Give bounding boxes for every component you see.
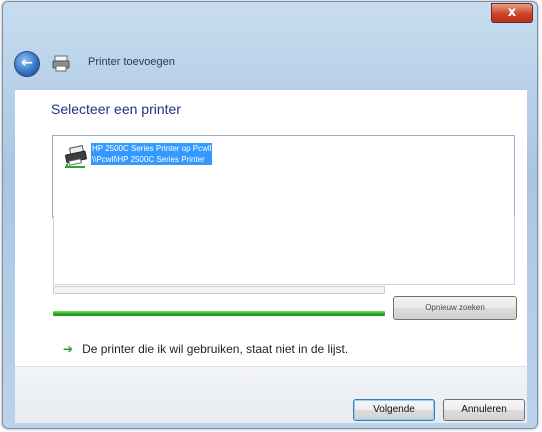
printer-path: \\Pcwll\HP 2500C Series Printer	[92, 155, 205, 164]
content-area: Selecteer een printer HP 2500C Series Pr…	[15, 90, 527, 366]
close-icon: x	[507, 5, 517, 20]
back-arrow-icon: ←	[21, 55, 33, 71]
back-button[interactable]: ←	[14, 51, 40, 77]
dialog-footer: Volgende Annuleren	[15, 366, 527, 423]
navigation-bar: ← Printer toevoegen	[3, 40, 537, 90]
cancel-button[interactable]: Annuleren	[443, 399, 525, 421]
green-arrow-icon: ➔	[63, 342, 74, 356]
add-printer-dialog: x ← Printer toevoegen Selecteer een prin…	[2, 1, 538, 429]
printer-not-listed-label: De printer die ik wil gebruiken, staat n…	[82, 342, 349, 356]
close-button[interactable]: x	[491, 3, 533, 23]
search-progress-track	[53, 286, 385, 294]
printer-list[interactable]: HP 2500C Series Printer op Pcwll \\Pcwll…	[52, 135, 515, 218]
printer-icon	[52, 55, 70, 72]
search-again-button[interactable]: Opnieuw zoeken	[393, 296, 517, 320]
list-scroll-area	[53, 216, 515, 285]
window-title: Printer toevoegen	[88, 56, 175, 68]
page-heading: Selecteer een printer	[51, 101, 181, 117]
next-button[interactable]: Volgende	[353, 399, 435, 421]
printer-name: HP 2500C Series Printer op Pcwll	[92, 144, 212, 153]
printer-list-item[interactable]: HP 2500C Series Printer op Pcwll \\Pcwll…	[91, 143, 213, 165]
title-bar[interactable]: x	[3, 2, 537, 40]
search-progress-bar	[53, 311, 385, 316]
printer-not-listed-link[interactable]: ➔ De printer die ik wil gebruiken, staat …	[63, 342, 348, 356]
network-printer-icon	[65, 145, 87, 168]
